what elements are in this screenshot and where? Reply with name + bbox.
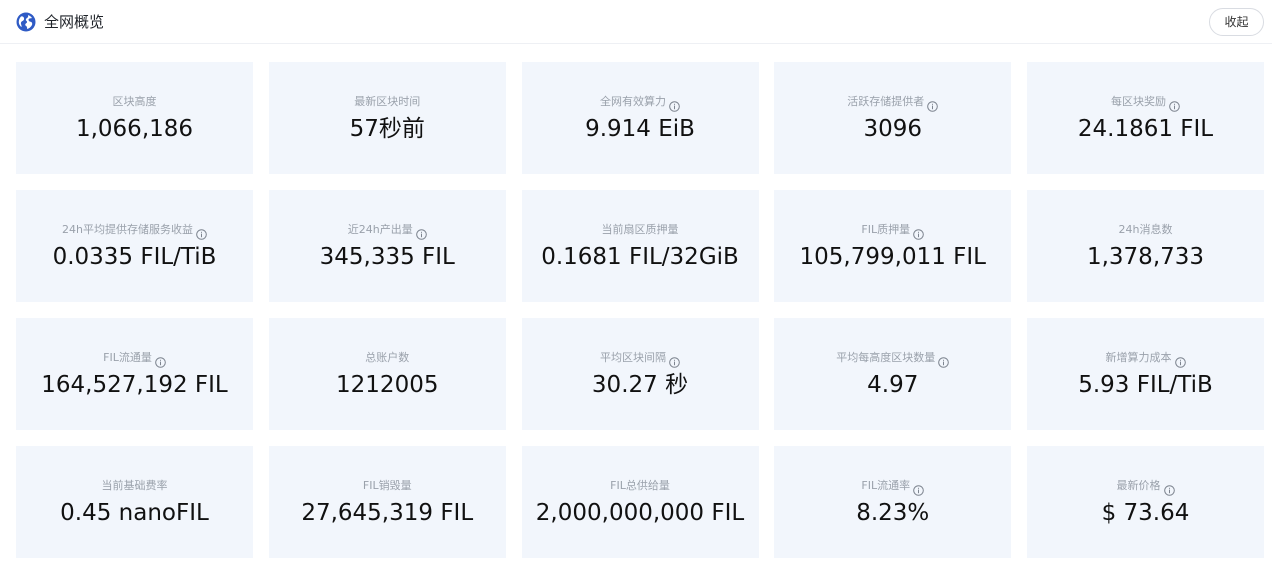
stat-card: 活跃存储提供者 3096 xyxy=(774,62,1012,174)
stat-value: 5.93 FIL/TiB xyxy=(1078,372,1213,398)
info-circle-icon[interactable] xyxy=(155,353,166,368)
stat-label-row: 24h平均提供存储服务收益 xyxy=(62,222,207,240)
info-circle-icon[interactable] xyxy=(669,97,680,112)
stat-value: 0.0335 FIL/TiB xyxy=(52,244,217,270)
info-circle-icon[interactable] xyxy=(913,225,924,240)
stat-card: 平均每高度区块数量 4.97 xyxy=(774,318,1012,430)
stat-value: 0.1681 FIL/32GiB xyxy=(541,244,739,270)
stat-card: 当前基础费率 0.45 nanoFIL xyxy=(16,446,253,558)
stat-label: 24h消息数 xyxy=(1118,223,1173,236)
info-circle-icon[interactable] xyxy=(669,353,680,368)
stat-label: 总账户数 xyxy=(365,351,410,364)
stat-card: 新增算力成本 5.93 FIL/TiB xyxy=(1027,318,1264,430)
stat-label: FIL流通量 xyxy=(103,351,152,364)
stat-card: FIL流通量 164,527,192 FIL xyxy=(16,318,253,430)
stat-value: 57秒前 xyxy=(349,116,425,142)
stat-value: 24.1861 FIL xyxy=(1077,116,1214,142)
info-circle-icon[interactable] xyxy=(927,97,939,112)
stat-label: 近24h产出量 xyxy=(347,223,413,236)
stat-value: 27,645,319 FIL xyxy=(301,500,474,526)
stat-card: 当前扇区质押量 0.1681 FIL/32GiB xyxy=(521,190,759,302)
stat-value: 30.27 秒 xyxy=(591,372,689,398)
stat-value: 0.45 nanoFIL xyxy=(60,500,209,526)
info-circle-icon[interactable] xyxy=(913,481,924,496)
stat-value: 3096 xyxy=(863,116,923,142)
stat-value: 2,000,000,000 FIL xyxy=(535,500,745,526)
info-circle-icon[interactable] xyxy=(1174,353,1186,368)
stat-label: 平均区块间隔 xyxy=(600,351,666,364)
info-circle-icon[interactable] xyxy=(196,225,207,240)
stat-value: $ 73.64 xyxy=(1101,500,1190,526)
stat-label-row: FIL流通率 xyxy=(861,478,924,496)
stat-label-row: 新增算力成本 xyxy=(1105,350,1186,368)
stat-label: 活跃存储提供者 xyxy=(847,95,925,108)
stat-label-row: 每区块奖励 xyxy=(1111,94,1180,112)
stat-card: 24h消息数 1,378,733 xyxy=(1027,190,1264,302)
stat-card: 近24h产出量 345,335 FIL xyxy=(268,190,506,302)
stat-card: FIL流通率 8.23% xyxy=(774,446,1012,558)
stat-value: 105,799,011 FIL xyxy=(799,244,986,270)
globe-icon xyxy=(16,12,36,32)
stat-card: FIL销毁量 27,645,319 FIL xyxy=(268,446,506,558)
stat-card: 每区块奖励 24.1861 FIL xyxy=(1027,62,1264,174)
page-title: 全网概览 xyxy=(44,13,105,31)
stat-label-row: 区块高度 xyxy=(113,94,157,110)
info-circle-icon[interactable] xyxy=(938,353,950,368)
stat-card: 最新区块时间 57秒前 xyxy=(268,62,506,174)
stat-value: 1,066,186 xyxy=(75,116,194,142)
stat-label: FIL销毁量 xyxy=(362,479,412,492)
stats-grid: 区块高度 1,066,186 最新区块时间 57秒前 全网有效算力 9.914 … xyxy=(16,62,1264,558)
stat-card: 24h平均提供存储服务收益 0.0335 FIL/TiB xyxy=(16,190,253,302)
stat-value: 4.97 xyxy=(867,372,919,398)
stat-label-row: 近24h产出量 xyxy=(347,222,427,240)
stat-label-row: 24h消息数 xyxy=(1119,222,1173,238)
stat-label: 24h平均提供存储服务收益 xyxy=(62,223,193,236)
stat-label: 每区块奖励 xyxy=(1111,95,1166,108)
stat-card: FIL总供给量 2,000,000,000 FIL xyxy=(521,446,759,558)
stat-value: 1,378,733 xyxy=(1086,244,1205,270)
stat-label: FIL质押量 xyxy=(861,223,911,236)
stat-label-row: 活跃存储提供者 xyxy=(847,94,939,112)
stat-label: 平均每高度区块数量 xyxy=(836,351,936,364)
stat-card: 全网有效算力 9.914 EiB xyxy=(521,62,759,174)
stat-label: 最新区块时间 xyxy=(354,95,421,108)
stat-label-row: FIL总供给量 xyxy=(610,478,670,494)
stat-value: 164,527,192 FIL xyxy=(41,372,228,398)
stat-label-row: 平均每高度区块数量 xyxy=(836,350,950,368)
info-circle-icon[interactable] xyxy=(1163,481,1175,496)
stat-value: 8.23% xyxy=(856,500,930,526)
stat-label: 当前扇区质押量 xyxy=(601,223,679,236)
stat-label: FIL流通率 xyxy=(861,479,911,492)
stat-label-row: 总账户数 xyxy=(365,350,409,366)
stat-value: 345,335 FIL xyxy=(319,244,455,270)
stat-card: 平均区块间隔 30.27 秒 xyxy=(521,318,759,430)
stat-label: 区块高度 xyxy=(112,95,157,108)
stat-label: FIL总供给量 xyxy=(610,479,670,492)
stat-card: 最新价格 $ 73.64 xyxy=(1027,446,1264,558)
info-circle-icon[interactable] xyxy=(1169,97,1180,112)
stat-label-row: 平均区块间隔 xyxy=(600,350,680,368)
stat-label: 全网有效算力 xyxy=(600,95,666,108)
stat-label: 当前基础费率 xyxy=(101,479,168,492)
info-circle-icon[interactable] xyxy=(415,225,427,240)
stat-card: FIL质押量 105,799,011 FIL xyxy=(774,190,1012,302)
stat-value: 1212005 xyxy=(336,372,439,398)
stat-card: 总账户数 1212005 xyxy=(268,318,506,430)
overview-header: 全网概览 收起 xyxy=(0,0,1272,44)
stat-label: 新增算力成本 xyxy=(1105,351,1172,364)
stat-label-row: 最新区块时间 xyxy=(354,94,420,110)
stat-label-row: 全网有效算力 xyxy=(600,94,680,112)
stat-label-row: FIL流通量 xyxy=(103,350,166,368)
collapse-button[interactable]: 收起 xyxy=(1209,8,1264,36)
stat-label-row: 当前基础费率 xyxy=(102,478,168,494)
stat-label-row: 最新价格 xyxy=(1116,478,1175,496)
stat-label: 最新价格 xyxy=(1116,479,1161,492)
stat-label-row: FIL销毁量 xyxy=(363,478,412,494)
stat-label-row: 当前扇区质押量 xyxy=(602,222,679,238)
stat-value: 9.914 EiB xyxy=(585,116,695,142)
stat-card: 区块高度 1,066,186 xyxy=(16,62,253,174)
stat-label-row: FIL质押量 xyxy=(861,222,924,240)
